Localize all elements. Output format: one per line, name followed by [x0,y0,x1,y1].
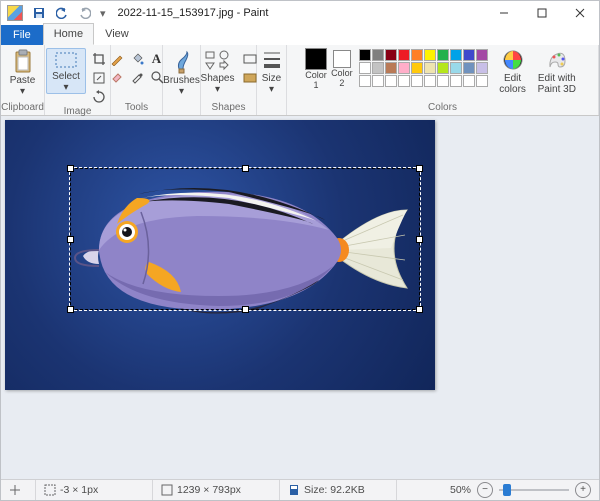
palette-swatch[interactable] [437,62,449,74]
palette-swatch[interactable] [359,62,371,74]
palette-swatch[interactable] [398,62,410,74]
color-2-button[interactable]: Color2 [331,48,353,88]
shapes-group-label: Shapes [212,102,246,114]
color-picker-tool[interactable] [127,68,147,86]
palette-swatch[interactable] [463,75,475,87]
zoom-slider[interactable] [499,489,569,491]
palette-swatch[interactable] [476,75,488,87]
minimize-button[interactable] [485,1,523,25]
colors-group-label: Colors [428,102,457,114]
app-icon [7,5,23,21]
palette-swatch[interactable] [385,62,397,74]
palette-swatch[interactable] [424,75,436,87]
palette-swatch[interactable] [372,49,384,61]
image-group-label: Image [64,106,92,118]
qat-undo-button[interactable] [52,4,72,22]
window-title: 2022-11-15_153917.jpg - Paint [108,7,485,19]
home-tab[interactable]: Home [43,23,94,45]
clipboard-group-label: Clipboard [1,102,44,114]
cursor-position-icon [1,480,36,500]
fill-tool[interactable] [127,50,147,68]
size-button[interactable]: Size ▾ [253,47,291,95]
palette-swatch[interactable] [359,49,371,61]
palette-swatch[interactable] [424,62,436,74]
palette-swatch[interactable] [476,49,488,61]
zoom-out-button[interactable]: − [477,482,493,498]
edit-with-paint3d-button[interactable]: Edit withPaint 3D [534,47,580,95]
file-size-segment: Size: 92.2KB [280,480,397,500]
palette-swatch[interactable] [398,75,410,87]
palette-swatch[interactable] [424,49,436,61]
palette-swatch[interactable] [450,75,462,87]
palette-swatch[interactable] [385,75,397,87]
eraser-tool[interactable] [107,68,127,86]
color-palette[interactable] [359,47,488,87]
file-tab[interactable]: File [1,25,43,45]
maximize-button[interactable] [523,1,561,25]
canvas[interactable] [5,120,435,390]
qat-redo-button[interactable] [75,4,95,22]
palette-swatch[interactable] [437,49,449,61]
palette-swatch[interactable] [450,62,462,74]
pencil-tool[interactable] [107,50,127,68]
zoom-level-label: 50% [450,484,471,496]
palette-swatch[interactable] [463,62,475,74]
palette-swatch[interactable] [450,49,462,61]
palette-swatch[interactable] [398,49,410,61]
paste-button[interactable]: Paste ▾ [4,47,42,97]
selection-size-segment: -3 × 1px [36,480,153,500]
zoom-in-button[interactable]: + [575,482,591,498]
edit-colors-button[interactable]: Editcolors [494,47,532,95]
close-button[interactable] [561,1,599,25]
image-size-segment: 1239 × 793px [153,480,280,500]
select-tool-button[interactable]: Select ▾ [46,48,86,94]
palette-swatch[interactable] [437,75,449,87]
palette-swatch[interactable] [411,49,423,61]
palette-swatch[interactable] [476,62,488,74]
view-tab[interactable]: View [94,23,140,45]
palette-swatch[interactable] [372,62,384,74]
palette-swatch[interactable] [372,75,384,87]
qat-save-button[interactable] [29,4,49,22]
selection-marquee[interactable] [69,167,421,311]
palette-swatch[interactable] [411,75,423,87]
palette-swatch[interactable] [385,49,397,61]
palette-swatch[interactable] [359,75,371,87]
color-1-button[interactable]: Color1 [305,48,327,90]
qat-customize-dropdown[interactable]: ▾ [98,7,108,20]
tools-group-label: Tools [125,102,148,114]
palette-swatch[interactable] [463,49,475,61]
shapes-gallery[interactable]: Shapes ▾ [197,47,239,95]
palette-swatch[interactable] [411,62,423,74]
